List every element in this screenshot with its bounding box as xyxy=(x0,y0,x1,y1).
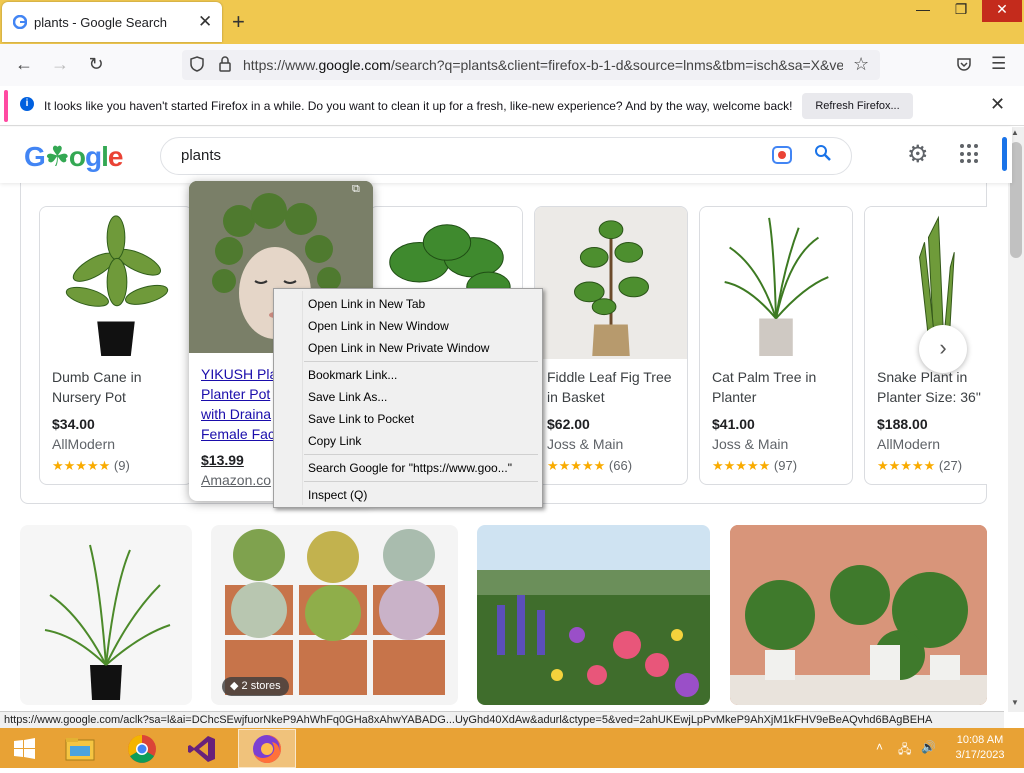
product-store: AllModern xyxy=(52,436,116,452)
menu-item-save-link-as[interactable]: Save Link As... xyxy=(308,390,387,404)
google-lens-icon[interactable] xyxy=(772,146,792,164)
product-store: AllModern xyxy=(877,436,941,452)
product-rating: ★★★★★ (97) xyxy=(712,458,798,473)
windows-start-icon[interactable] xyxy=(4,730,50,768)
search-box[interactable] xyxy=(160,137,852,175)
taskbar-clock[interactable]: 10:08 AM 3/17/2023 xyxy=(950,733,1010,763)
reload-icon[interactable]: ↻ xyxy=(83,54,109,75)
menu-item-open-new-window[interactable]: Open Link in New Window xyxy=(308,319,449,333)
image-result[interactable] xyxy=(730,525,987,705)
menu-item-copy-link[interactable]: Copy Link xyxy=(308,434,361,448)
stores-badge: ◆ 2 stores xyxy=(222,677,289,696)
notification-text: It looks like you haven't started Firefo… xyxy=(44,99,793,113)
volume-icon[interactable]: 🔊 xyxy=(921,740,936,754)
tab-close-icon[interactable]: ✕ xyxy=(198,12,212,32)
menu-item-inspect[interactable]: Inspect (Q) xyxy=(308,488,367,502)
pocket-icon[interactable] xyxy=(955,55,973,78)
product-card[interactable]: Dumb Cane in Nursery Pot $34.00 AllModer… xyxy=(39,206,193,485)
google-logo[interactable]: G☘ogle xyxy=(24,140,123,173)
product-store: Joss & Main xyxy=(547,436,624,452)
url-text[interactable]: https://www.google.com/search?q=plants&c… xyxy=(243,57,843,73)
tab-title: plants - Google Search xyxy=(34,15,167,30)
chrome-icon[interactable] xyxy=(122,730,168,768)
settings-gear-icon[interactable]: ⚙ xyxy=(907,140,929,169)
product-price[interactable]: $13.99 xyxy=(201,452,244,468)
browser-tab[interactable]: plants - Google Search ✕ xyxy=(2,2,222,42)
menu-item-open-new-tab[interactable]: Open Link in New Tab xyxy=(308,297,425,311)
refresh-firefox-button[interactable]: Refresh Firefox... xyxy=(802,93,913,119)
product-image xyxy=(40,207,192,359)
network-icon[interactable]: 🖧 xyxy=(898,740,911,761)
product-store: Joss & Main xyxy=(712,436,789,452)
lock-icon[interactable] xyxy=(217,55,233,78)
restore-button[interactable]: ❐ xyxy=(944,0,978,22)
scroll-up-icon[interactable]: ▲ xyxy=(1011,128,1019,137)
google-favicon-icon xyxy=(13,15,27,29)
product-store[interactable]: Amazon.co xyxy=(201,472,271,488)
product-name: Snake Plant in Planter Size: 36" xyxy=(877,369,981,405)
product-rating: ★★★★★ (9) xyxy=(52,458,130,473)
visual-studio-icon[interactable] xyxy=(182,730,228,768)
search-input[interactable]: plants xyxy=(181,147,221,164)
image-result[interactable] xyxy=(20,525,192,705)
menu-hamburger-icon[interactable]: ☰ xyxy=(991,54,1006,74)
signin-button-edge[interactable] xyxy=(1002,137,1007,171)
menu-item-open-private-window[interactable]: Open Link in New Private Window xyxy=(308,341,489,355)
minimize-button[interactable]: — xyxy=(906,0,940,22)
new-tab-button[interactable]: + xyxy=(232,9,245,35)
window-close-button[interactable]: ✕ xyxy=(982,0,1022,22)
product-name: Dumb Cane in Nursery Pot xyxy=(52,369,142,405)
file-explorer-icon[interactable] xyxy=(60,730,106,768)
product-price: $41.00 xyxy=(712,416,755,432)
product-card[interactable]: Cat Palm Tree in Planter $41.00 Joss & M… xyxy=(699,206,853,485)
context-menu: Open Link in New Tab Open Link in New Wi… xyxy=(273,288,543,508)
tray-expand-icon[interactable]: ˄ xyxy=(876,740,883,754)
product-image xyxy=(535,207,687,359)
search-icon[interactable] xyxy=(814,144,832,167)
product-name: Cat Palm Tree in Planter xyxy=(712,369,817,405)
product-price: $62.00 xyxy=(547,416,590,432)
notification-accent xyxy=(4,90,8,122)
bookmark-star-icon[interactable]: ☆ xyxy=(853,54,869,75)
menu-item-save-to-pocket[interactable]: Save Link to Pocket xyxy=(308,412,414,426)
product-rating: ★★★★★ (27) xyxy=(877,458,963,473)
product-rating: ★★★★★ (66) xyxy=(547,458,633,473)
product-image xyxy=(700,207,852,359)
menu-separator xyxy=(304,454,538,455)
forward-arrow-icon[interactable]: → xyxy=(47,54,73,75)
menu-separator xyxy=(304,481,538,482)
scroll-down-icon[interactable]: ▼ xyxy=(1011,698,1019,707)
menu-item-bookmark-link[interactable]: Bookmark Link... xyxy=(308,368,397,382)
product-price: $188.00 xyxy=(877,416,928,432)
menu-item-search-google[interactable]: Search Google for "https://www.goo..." xyxy=(308,461,512,475)
info-icon: i xyxy=(20,97,34,111)
product-card[interactable]: Fiddle Leaf Fig Tree in Basket $62.00 Jo… xyxy=(534,206,688,485)
tag-icon: ◆ xyxy=(230,680,239,692)
image-result[interactable] xyxy=(477,525,710,705)
menu-separator xyxy=(304,361,538,362)
open-external-icon[interactable]: ⧉ xyxy=(352,183,360,196)
link-status-bar: https://www.google.com/aclk?sa=l&ai=DChc… xyxy=(0,711,1004,728)
product-name: Fiddle Leaf Fig Tree in Basket xyxy=(547,369,672,405)
shield-icon[interactable] xyxy=(188,55,206,78)
notification-close-icon[interactable]: ✕ xyxy=(990,94,1005,115)
firefox-icon[interactable] xyxy=(244,730,290,768)
product-price: $34.00 xyxy=(52,416,95,432)
carousel-next-chevron-icon[interactable]: › xyxy=(919,325,967,373)
google-apps-icon[interactable] xyxy=(960,144,980,164)
back-arrow-icon[interactable]: ← xyxy=(11,54,37,75)
